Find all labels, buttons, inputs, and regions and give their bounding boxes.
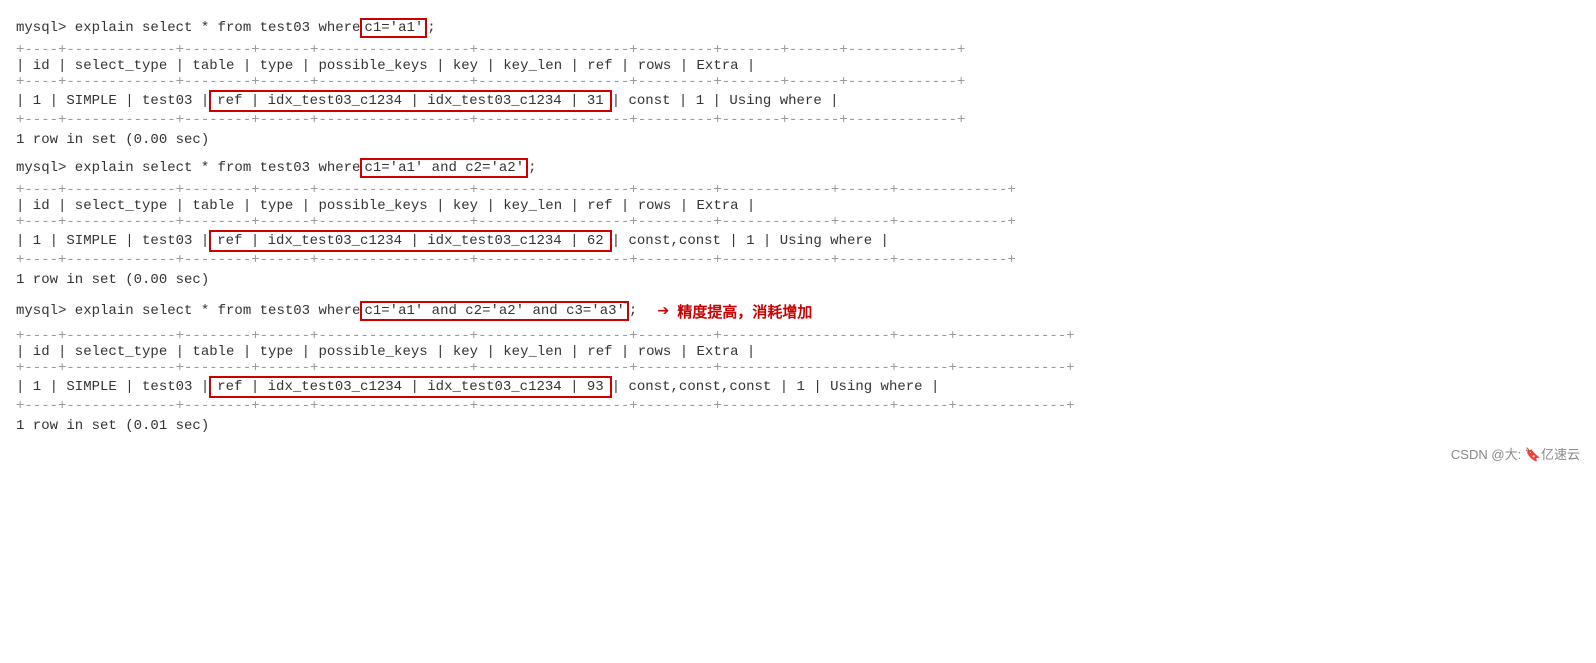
brand-icon: 🔖 (1525, 447, 1541, 462)
divider-top-3: +----+-------------+--------+------+----… (16, 328, 1580, 344)
highlighted-data-3: ref | idx_test03_c1234 | idx_test03_c123… (209, 376, 611, 398)
divider-top-1: +----+-------------+--------+------+----… (16, 42, 1580, 58)
query-highlight-3: c1='a1' and c2='a2' and c3='a3' (360, 301, 628, 321)
query-suffix-1: ; (427, 20, 435, 36)
data-row-1: | 1 | SIMPLE | test03 | ref | idx_test03… (16, 90, 1580, 112)
query-suffix-2: ; (528, 160, 536, 176)
highlighted-data-2: ref | idx_test03_c1234 | idx_test03_c123… (209, 230, 611, 252)
rowset-1: 1 row in set (0.00 sec) (16, 132, 1580, 148)
query-block-1: mysql> explain select * from test03 wher… (16, 18, 1580, 148)
header-row-3: | id | select_type | table | type | poss… (16, 344, 1580, 360)
footer: CSDN @大: 🔖亿速云 (16, 444, 1580, 463)
header-row-2: | id | select_type | table | type | poss… (16, 198, 1580, 214)
query-prefix-3: mysql> explain select * from test03 wher… (16, 303, 360, 319)
divider-bot-2: +----+-------------+--------+------+----… (16, 252, 1580, 268)
query-block-2: mysql> explain select * from test03 wher… (16, 158, 1580, 288)
query-highlight-2: c1='a1' and c2='a2' (360, 158, 528, 178)
header-row-1: | id | select_type | table | type | poss… (16, 58, 1580, 74)
query-block-3: mysql> explain select * from test03 wher… (16, 298, 1580, 434)
annotation-container: ➔ 精度提高，消耗增加 (657, 298, 812, 324)
data-suffix-3: | const,const,const | 1 | Using where | (612, 379, 940, 395)
highlighted-data-1: ref | idx_test03_c1234 | idx_test03_c123… (209, 90, 611, 112)
data-suffix-2: | const,const | 1 | Using where | (612, 233, 889, 249)
divider-mid-1: +----+-------------+--------+------+----… (16, 74, 1580, 90)
query-highlight-1: c1='a1' (360, 18, 427, 38)
data-prefix-3: | 1 | SIMPLE | test03 | (16, 379, 209, 395)
rowset-3: 1 row in set (0.01 sec) (16, 418, 1580, 434)
data-suffix-1: | const | 1 | Using where | (612, 93, 839, 109)
divider-bot-3: +----+-------------+--------+------+----… (16, 398, 1580, 414)
annotation-text: 精度提高，消耗增加 (677, 301, 812, 322)
divider-top-2: +----+-------------+--------+------+----… (16, 182, 1580, 198)
divider-mid-3: +----+-------------+--------+------+----… (16, 360, 1580, 376)
query-prefix-2: mysql> explain select * from test03 wher… (16, 160, 360, 176)
right-arrow-icon: ➔ (657, 298, 669, 324)
data-row-3: | 1 | SIMPLE | test03 | ref | idx_test03… (16, 376, 1580, 398)
query-prefix-1: mysql> explain select * from test03 wher… (16, 20, 360, 36)
data-prefix-2: | 1 | SIMPLE | test03 | (16, 233, 209, 249)
query-line-1: mysql> explain select * from test03 wher… (16, 18, 1580, 38)
data-row-2: | 1 | SIMPLE | test03 | ref | idx_test03… (16, 230, 1580, 252)
query-suffix-3: ; (629, 303, 637, 319)
query-line-3: mysql> explain select * from test03 wher… (16, 298, 1580, 324)
query-line-2: mysql> explain select * from test03 wher… (16, 158, 1580, 178)
divider-bot-1: +----+-------------+--------+------+----… (16, 112, 1580, 128)
divider-mid-2: +----+-------------+--------+------+----… (16, 214, 1580, 230)
rowset-2: 1 row in set (0.00 sec) (16, 272, 1580, 288)
data-prefix-1: | 1 | SIMPLE | test03 | (16, 93, 209, 109)
